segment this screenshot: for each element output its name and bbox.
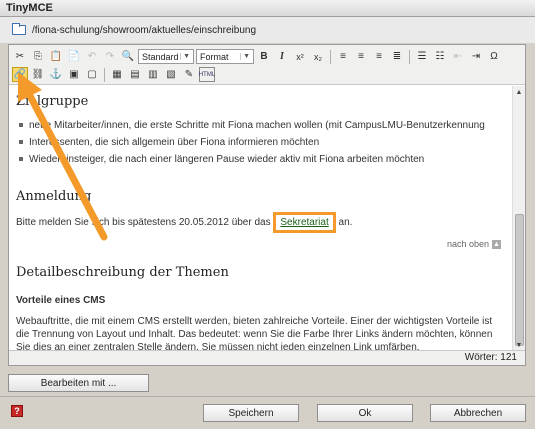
find-icon[interactable]: 🔍 — [120, 49, 136, 64]
italic-button[interactable]: I — [274, 49, 290, 64]
scroll-thumb[interactable] — [515, 214, 524, 346]
anmeldung-text-end: an. — [338, 217, 353, 228]
anmeldung-paragraph: Bitte melden Sie sich bis spätestens 20.… — [16, 212, 505, 233]
bottom-bar: ? Speichern Ok Abbrechen — [0, 396, 535, 429]
superscript-button[interactable]: x² — [292, 49, 308, 64]
align-center-icon[interactable]: ≡ — [353, 49, 369, 64]
edit-style-icon[interactable]: ✎ — [181, 67, 197, 82]
target-group-list: neue Mitarbeiter/innen, die erste Schrit… — [16, 117, 505, 167]
cancel-button[interactable]: Abbrechen — [430, 404, 526, 422]
separator — [330, 49, 331, 64]
list-item: neue Mitarbeiter/innen, die erste Schrit… — [16, 117, 505, 133]
unlink-icon[interactable]: ⛓ — [30, 67, 46, 82]
bold-button[interactable]: B — [256, 49, 272, 64]
editor: ✂ ⎘ 📋 📄 ↶ ↷ 🔍 Standard ▼ Format ▼ B I x² x… — [8, 44, 526, 366]
heading-detail: Detailbeschreibung der Themen — [16, 265, 229, 280]
table-icon[interactable]: ▦ — [109, 67, 125, 82]
style-select-value: Format — [200, 51, 229, 62]
copy-icon[interactable]: ⎘ — [30, 49, 46, 64]
highlight-box: Sekretariat — [273, 212, 336, 233]
omega-icon[interactable]: Ω — [486, 49, 502, 64]
chevron-down-icon: ▼ — [240, 53, 250, 60]
numbered-list-icon[interactable]: ☷ — [432, 49, 448, 64]
subscript-button[interactable]: x₂ — [310, 49, 326, 64]
arrow-up-icon: ▲ — [492, 239, 501, 249]
separator — [104, 67, 105, 82]
window-title: TinyMCE — [0, 0, 535, 17]
redo-icon[interactable]: ↷ — [102, 49, 118, 64]
editor-scrollbar[interactable]: ▲ ▼ — [512, 86, 525, 351]
separator — [409, 49, 410, 64]
word-count: Wörter: 121 — [9, 350, 525, 365]
scroll-up-icon[interactable]: ▲ — [513, 86, 525, 98]
edit-with-button[interactable]: Bearbeiten mit ... — [8, 374, 149, 392]
nach-oben-text: nach oben — [446, 239, 489, 249]
media-icon[interactable]: ▢ — [84, 67, 100, 82]
heading-anmeldung: Anmeldung — [16, 189, 92, 204]
ok-button[interactable]: Ok — [317, 404, 413, 422]
list-item-text: Interessenten, die sich allgemein über F… — [29, 136, 320, 148]
list-item: Interessenten, die sich allgemein über F… — [16, 134, 505, 150]
format-select[interactable]: Standard ▼ — [138, 49, 194, 64]
indent-icon[interactable]: ⇥ — [468, 49, 484, 64]
table-col-icon[interactable]: ▥ — [145, 67, 161, 82]
table-row-icon[interactable]: ▤ — [127, 67, 143, 82]
paste-icon[interactable]: 📋 — [48, 49, 64, 64]
outdent-icon[interactable]: ⇤ — [450, 49, 466, 64]
help-icon[interactable]: ? — [11, 405, 23, 417]
sekretariat-link[interactable]: Sekretariat — [280, 217, 328, 228]
list-item-text: Wiedereinsteiger, die nach einer längere… — [29, 153, 425, 165]
anchor-icon[interactable]: ⚓ — [48, 67, 64, 82]
bullet-list-icon[interactable]: ☰ — [414, 49, 430, 64]
save-button[interactable]: Speichern — [203, 404, 299, 422]
bullet — [19, 123, 23, 127]
paste-word-icon[interactable]: 📄 — [66, 49, 82, 64]
cut-icon[interactable]: ✂ — [12, 49, 28, 64]
list-item-text: neue Mitarbeiter/innen, die erste Schrit… — [29, 119, 485, 131]
heading-zielgruppe: Zielgruppe — [16, 94, 89, 109]
format-select-value: Standard — [142, 51, 179, 62]
path-bar: /fiona-schulung/showroom/aktuelles/einsc… — [0, 17, 535, 43]
list-item: Wiedereinsteiger, die nach einer längere… — [16, 151, 505, 167]
bullet — [19, 140, 23, 144]
align-left-icon[interactable]: ≡ — [335, 49, 351, 64]
align-justify-icon[interactable]: ≣ — [389, 49, 405, 64]
editor-toolbar: ✂ ⎘ 📋 📄 ↶ ↷ 🔍 Standard ▼ Format ▼ B I x² x… — [9, 45, 525, 85]
path-text: /fiona-schulung/showroom/aktuelles/einsc… — [32, 24, 257, 36]
anmeldung-text: Bitte melden Sie sich bis spätestens 20.… — [16, 217, 271, 228]
chevron-down-icon: ▼ — [180, 53, 190, 60]
align-right-icon[interactable]: ≡ — [371, 49, 387, 64]
toolbar-row-2: 🔗 ⛓ ⚓ ▣ ▢ ▦ ▤ ▥ ▧ ✎ HTML — [12, 66, 215, 83]
editor-content[interactable]: Zielgruppe neue Mitarbeiter/innen, die e… — [9, 86, 512, 351]
undo-icon[interactable]: ↶ — [84, 49, 100, 64]
cms-paragraph: Webauftritte, die mit einem CMS erstellt… — [16, 316, 493, 351]
bullet — [19, 157, 23, 161]
subheading-cms: Vorteile eines CMS — [16, 295, 106, 306]
html-button[interactable]: HTML — [199, 67, 215, 82]
folder-icon — [12, 23, 26, 35]
nach-oben-link[interactable]: nach oben ▲ — [16, 239, 501, 249]
image-icon[interactable]: ▣ — [66, 67, 82, 82]
toolbar-row-1: ✂ ⎘ 📋 📄 ↶ ↷ 🔍 Standard ▼ Format ▼ B I x² x… — [12, 48, 502, 65]
table-props-icon[interactable]: ▧ — [163, 67, 179, 82]
link-icon[interactable]: 🔗 — [12, 67, 28, 82]
style-select[interactable]: Format ▼ — [196, 49, 254, 64]
